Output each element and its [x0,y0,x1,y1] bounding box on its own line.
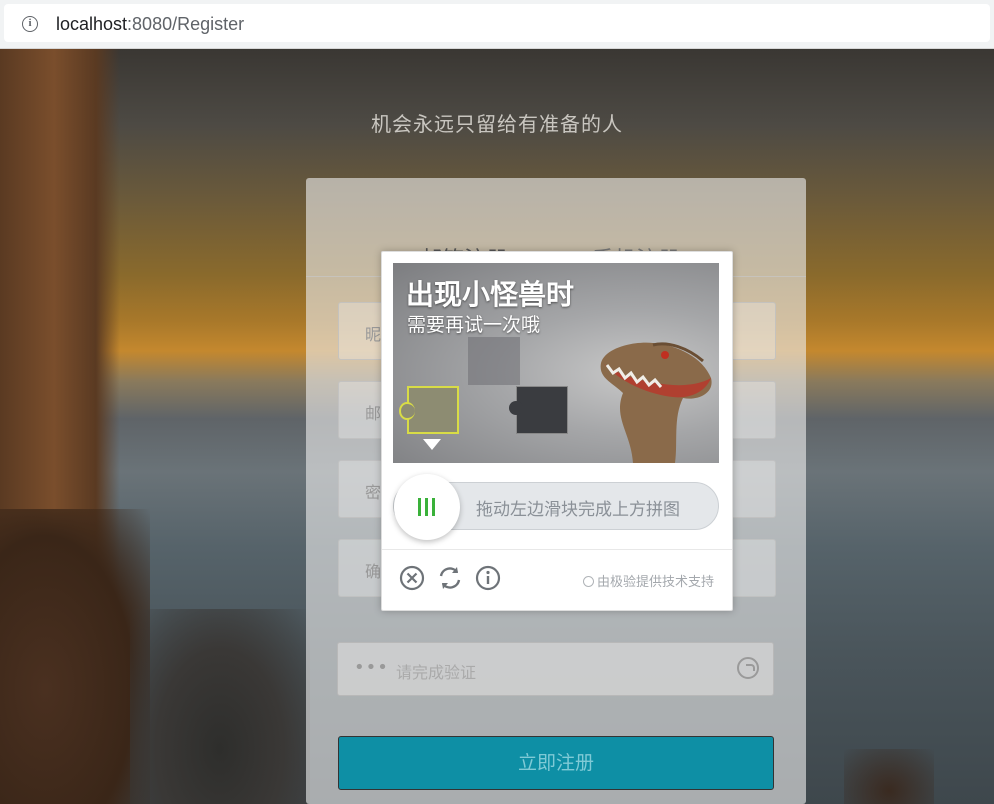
captcha-slider-track: 拖动左边滑块完成上方拼图 [393,474,719,540]
captcha-trigger-hint: 请完成验证 [396,663,477,682]
geetest-logo-icon [582,576,594,587]
captcha-title: 出现小怪兽时 [406,278,575,311]
url-field[interactable]: i localhost:8080/Register [4,4,990,42]
captcha-trigger[interactable]: ••• 请完成验证 [337,642,774,696]
puzzle-piece [399,386,459,434]
captcha-subtitle: 需要再试一次哦 [407,314,541,336]
rocks-decoration-right [844,749,934,804]
puzzle-ghost-piece [468,337,520,385]
drag-handle-icon [418,498,436,516]
dinosaur-image [600,342,712,463]
geetest-logo-icon [737,657,759,679]
site-info-icon[interactable]: i [22,16,38,32]
nickname-placeholder: 昵 [365,325,382,344]
page-slogan: 机会永远只留给有准备的人 [371,112,623,136]
loading-dots: ••• [354,657,389,678]
slider-hint: 拖动左边滑块完成上方拼图 [476,500,680,520]
password-placeholder: 密 [365,483,382,502]
puzzle-target-slot [509,386,568,434]
slider-handle[interactable] [394,474,460,540]
cliff-shadow [0,509,150,804]
captcha-footer: 由极验提供技术支持 [382,549,732,610]
powered-by-text: 由极验提供技术支持 [596,575,714,590]
down-arrow-icon [423,439,441,450]
browser-address-bar: i localhost:8080/Register [0,0,994,49]
confirm-password-placeholder: 确 [365,562,382,581]
rocks-decoration [130,609,310,804]
url-text[interactable]: localhost:8080/Register [56,14,244,35]
url-host: localhost [56,14,128,34]
register-submit-button[interactable]: 立即注册 [338,736,774,790]
captcha-popup: 出现小怪兽时 需要再试一次哦 拖动左边滑块完成上方拼图 由极验提供技术支持 [381,251,733,611]
captcha-puzzle-image: 出现小怪兽时 需要再试一次哦 [393,263,719,463]
url-path: :8080/Register [127,14,245,34]
email-placeholder: 邮 [365,404,382,423]
close-icon[interactable] [399,565,425,591]
info-icon[interactable] [475,565,501,591]
geetest-powered-by[interactable]: 由极验提供技术支持 [582,571,714,590]
refresh-icon[interactable] [437,565,463,591]
